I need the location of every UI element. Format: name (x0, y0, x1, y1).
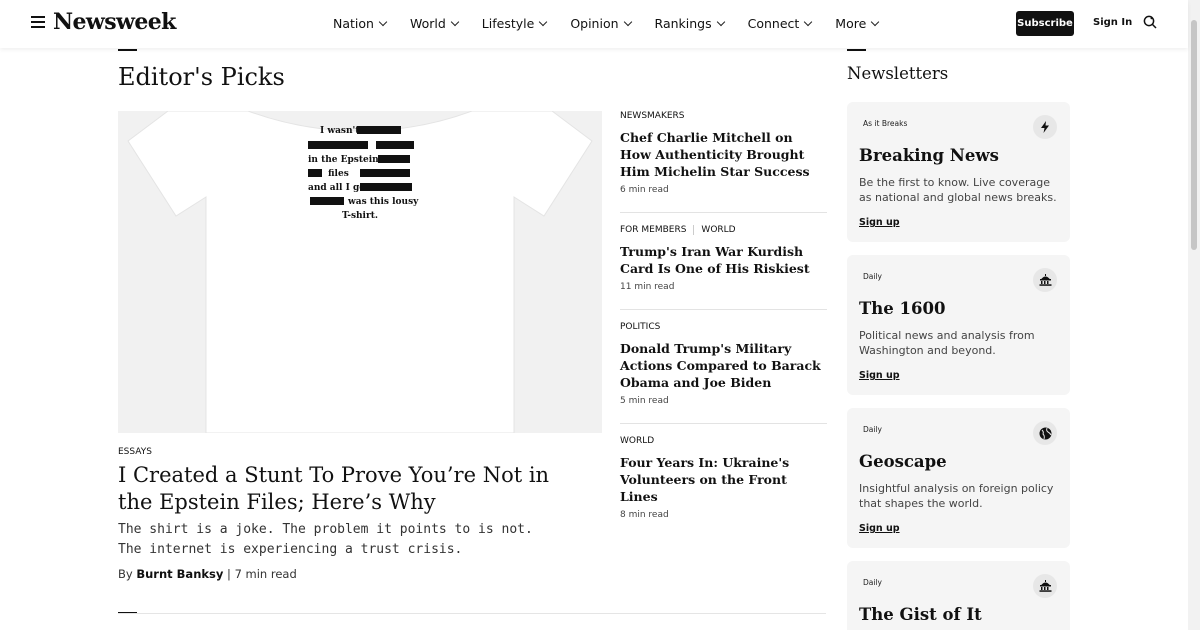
scrollbar-thumb[interactable] (1191, 20, 1197, 250)
site-header: Newsweek Nation World Lifestyle Opinion … (0, 0, 1188, 48)
category-label[interactable]: WORLD (701, 225, 735, 235)
tshirt-image: I wasn't in the Epstein files and all I … (118, 111, 602, 433)
sign-up-link[interactable]: Sign up (859, 523, 900, 534)
divider (620, 212, 827, 213)
newsletter-frequency: Daily (863, 425, 882, 434)
nav-item-nation[interactable]: Nation (333, 16, 388, 31)
story-category: WORLD (620, 436, 827, 446)
shirt-text: files (328, 169, 349, 179)
members-badge[interactable]: FOR MEMBERS (620, 225, 686, 235)
nav-item-opinion[interactable]: Opinion (570, 16, 632, 31)
story-card[interactable]: FOR MEMBERS WORLD Trump's Iran War Kurdi… (620, 225, 827, 292)
shirt-text: in the Epstein (308, 155, 379, 165)
chevron-down-icon (871, 17, 880, 26)
sign-up-link[interactable]: Sign up (859, 217, 900, 228)
nav-item-rankings[interactable]: Rankings (654, 16, 725, 31)
story-category: POLITICS (620, 322, 827, 332)
divider (620, 423, 827, 424)
story-headline[interactable]: Four Years In: Ukraine's Volunteers on t… (620, 454, 827, 505)
chevron-down-icon (378, 17, 388, 26)
read-time: 7 min read (234, 567, 297, 581)
nav-item-world[interactable]: World (409, 16, 460, 31)
newsletter-description: Be the first to know. Live coverage as n… (859, 176, 1057, 204)
nav-label: More (835, 16, 867, 31)
story-headline[interactable]: Trump's Iran War Kurdish Card Is One of … (620, 243, 827, 277)
category-label[interactable]: POLITICS (620, 322, 660, 332)
article-category[interactable]: ESSAYS (118, 447, 152, 457)
nav-label: Connect (747, 16, 800, 31)
category-label[interactable]: NEWSMAKERS (620, 111, 685, 121)
separator (693, 225, 695, 235)
nav-item-connect[interactable]: Connect (747, 16, 813, 31)
globe-icon (1033, 421, 1057, 445)
newsletter-card: Daily The 1600 Political news and analys… (847, 255, 1070, 395)
story-card[interactable]: POLITICS Donald Trump's Military Actions… (620, 322, 827, 406)
lightning-icon (1033, 115, 1057, 139)
chevron-down-icon (716, 17, 725, 26)
newsletter-card: Daily The Gist of It (847, 561, 1070, 630)
read-time: 8 min read (620, 510, 669, 520)
chevron-down-icon (539, 17, 548, 26)
story-headline[interactable]: Donald Trump's Military Actions Compared… (620, 340, 827, 391)
nav-item-more[interactable]: More (835, 16, 880, 31)
newsletter-card: Daily Geoscape Insightful analysis on fo… (847, 408, 1070, 548)
nav-label: World (409, 16, 446, 31)
newsletters-title: Newsletters (847, 64, 949, 83)
newsletter-description: Insightful analysis on foreign policy th… (859, 482, 1054, 510)
nav-item-lifestyle[interactable]: Lifestyle (481, 16, 548, 31)
shirt-text: I wasn't (320, 126, 360, 136)
main-nav: Nation World Lifestyle Opinion Rankings … (333, 16, 902, 31)
story-headline[interactable]: Chef Charlie Mitchell on How Authenticit… (620, 129, 827, 180)
chevron-down-icon (623, 17, 632, 26)
newsletter-name: Geoscape (859, 452, 947, 471)
read-time: 11 min read (620, 282, 675, 292)
sign-up-link[interactable]: Sign up (859, 370, 900, 381)
shirt-text: T-shirt. (342, 211, 378, 221)
search-icon[interactable] (1143, 15, 1157, 29)
byline-separator: | (227, 567, 231, 581)
newsletter-card: As it Breaks Breaking News Be the first … (847, 102, 1070, 242)
newsweek-logo[interactable]: Newsweek (53, 9, 176, 35)
nav-label: Lifestyle (481, 16, 535, 31)
newsletter-frequency: Daily (863, 272, 882, 281)
nav-label: Nation (333, 16, 374, 31)
author-link[interactable]: Burnt Banksy (136, 567, 223, 581)
shirt-text: was this lousy (347, 197, 419, 207)
newsletter-name: Breaking News (859, 146, 999, 165)
article-summary: The shirt is a joke. The problem it poin… (118, 522, 533, 557)
read-time: 5 min read (620, 396, 669, 406)
story-category: FOR MEMBERS WORLD (620, 225, 827, 235)
byline-prefix: By (118, 567, 133, 581)
section-divider (847, 49, 866, 51)
chevron-down-icon (804, 17, 813, 26)
category-label[interactable]: WORLD (620, 436, 654, 446)
nav-label: Rankings (654, 16, 712, 31)
capitol-icon (1033, 574, 1057, 598)
newsletter-name: The 1600 (859, 299, 946, 318)
subscribe-button[interactable]: Subscribe (1016, 11, 1074, 36)
menu-icon[interactable] (31, 16, 45, 28)
nav-label: Opinion (570, 16, 619, 31)
divider (118, 613, 826, 614)
chevron-down-icon (450, 17, 460, 26)
divider (620, 309, 827, 310)
newsletter-frequency: As it Breaks (863, 119, 908, 128)
page-title: Editor's Picks (118, 63, 285, 91)
story-card[interactable]: WORLD Four Years In: Ukraine's Volunteer… (620, 436, 827, 520)
byline: By Burnt Banksy | 7 min read (118, 567, 297, 581)
sign-in-link[interactable]: Sign In (1093, 17, 1132, 28)
read-time: 6 min read (620, 185, 669, 195)
story-card[interactable]: NEWSMAKERS Chef Charlie Mitchell on How … (620, 111, 827, 195)
capitol-icon (1033, 268, 1057, 292)
story-category: NEWSMAKERS (620, 111, 827, 121)
newsletter-name: The Gist of It (859, 605, 982, 624)
hero-image[interactable]: I wasn't in the Epstein files and all I … (118, 111, 602, 433)
newsletter-frequency: Daily (863, 578, 882, 587)
newsletter-description: Political news and analysis from Washing… (859, 329, 1035, 357)
article-headline[interactable]: I Created a Stunt To Prove You’re Not in… (118, 462, 588, 516)
scrollbar[interactable] (1188, 0, 1200, 630)
section-divider (118, 49, 137, 51)
